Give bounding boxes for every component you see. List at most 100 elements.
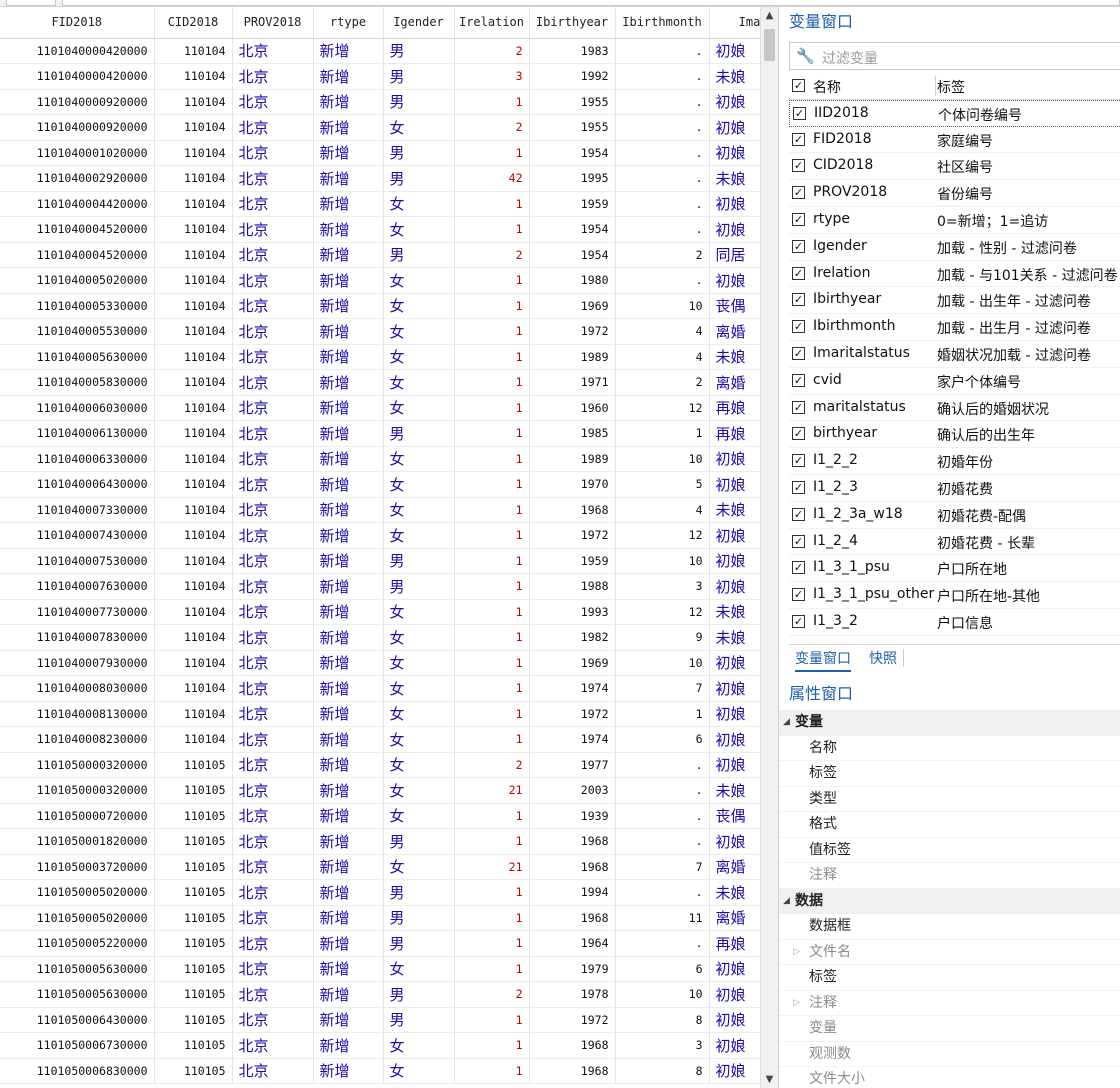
cell-prov2018[interactable]: 北京 bbox=[232, 599, 314, 625]
cell-fid2018[interactable]: 1101040006130000 bbox=[0, 420, 155, 447]
cell-fid2018[interactable]: 1101050006730000 bbox=[0, 1032, 155, 1059]
cell-ibirthmonth[interactable]: 10 bbox=[615, 548, 710, 574]
cell-irelation[interactable]: 1 bbox=[454, 318, 530, 345]
table-row[interactable]: 1101040007330000 110104 北京 新增女 1 1968 4 未娘 bbox=[0, 497, 760, 523]
cell-rtype[interactable]: 新增 bbox=[313, 777, 384, 804]
table-row[interactable]: 1101050005020000 110105 北京 新增男 1 1968 11 离婚 bbox=[0, 905, 760, 931]
cell-fid2018[interactable]: 1101040005530000 bbox=[0, 318, 155, 345]
table-row[interactable]: 1101040008130000 110104 北京 新增女 1 1972 1 初娘 bbox=[0, 701, 760, 727]
expand-arrow-icon[interactable]: ▷ bbox=[793, 940, 800, 966]
cell-prov2018[interactable]: 北京 bbox=[232, 191, 314, 217]
cell-cid2018[interactable]: 110104 bbox=[154, 140, 233, 166]
tab-variables-window[interactable]: 变量窗口 bbox=[795, 648, 851, 672]
table-row[interactable]: 1101040002920000 110104 北京 新增男 42 1995. 未娘 bbox=[0, 165, 760, 192]
cell-prov2018[interactable]: 北京 bbox=[232, 38, 314, 64]
cell-ima[interactable]: 再娘 bbox=[709, 420, 760, 447]
cell-igender[interactable]: 男 bbox=[383, 420, 455, 447]
cell-igender[interactable]: 男 bbox=[383, 89, 455, 115]
variable-row[interactable]: ✓ I1_3_1_psu 户口所在地 bbox=[789, 555, 1120, 583]
cell-rtype[interactable]: 新增 bbox=[313, 548, 384, 574]
cell-ima[interactable]: 未娘 bbox=[709, 879, 760, 906]
cell-cid2018[interactable]: 110104 bbox=[154, 701, 233, 727]
cell-irelation[interactable]: 1 bbox=[454, 216, 530, 243]
cell-ibirthmonth[interactable]: 2 bbox=[615, 369, 710, 396]
cell-ima[interactable]: 离婚 bbox=[709, 318, 760, 345]
cell-prov2018[interactable]: 北京 bbox=[232, 624, 314, 651]
cell-ibirthyear[interactable]: 1954 bbox=[529, 140, 616, 166]
cell-fid2018[interactable]: 1101050005630000 bbox=[0, 981, 155, 1008]
cell-irelation[interactable]: 1 bbox=[454, 701, 530, 727]
cell-igender[interactable]: 女 bbox=[383, 1058, 455, 1084]
cell-irelation[interactable]: 1 bbox=[454, 879, 530, 906]
cell-igender[interactable]: 女 bbox=[383, 318, 455, 345]
table-row[interactable]: 1101040006130000 110104 北京 新增男 1 1985 1 再娘 bbox=[0, 420, 760, 447]
cell-ima[interactable]: 初娘 bbox=[709, 981, 760, 1008]
cell-fid2018[interactable]: 1101050000320000 bbox=[0, 752, 155, 778]
cell-ibirthmonth[interactable]: 11 bbox=[615, 905, 710, 931]
cell-igender[interactable]: 男 bbox=[383, 242, 455, 268]
variable-checkbox[interactable]: ✓ bbox=[792, 454, 805, 468]
column-header-fid2018[interactable]: FID2018 bbox=[0, 7, 155, 39]
variable-checkbox[interactable]: ✓ bbox=[792, 186, 805, 200]
cell-prov2018[interactable]: 北京 bbox=[232, 956, 314, 982]
property-row[interactable]: 类型 bbox=[779, 787, 1120, 812]
cell-igender[interactable]: 男 bbox=[383, 930, 455, 957]
cell-ibirthyear[interactable]: 1968 bbox=[529, 828, 616, 855]
cell-ibirthmonth[interactable]: 1 bbox=[615, 701, 710, 727]
cell-ibirthmonth[interactable]: . bbox=[615, 777, 710, 804]
table-row[interactable]: 1101040005530000 110104 北京 新增女 1 1972 4 离婚 bbox=[0, 318, 760, 345]
cell-ibirthyear[interactable]: 1979 bbox=[529, 956, 616, 982]
cell-ima[interactable]: 初娘 bbox=[709, 446, 760, 472]
cell-ibirthmonth[interactable]: 8 bbox=[615, 1007, 710, 1033]
cell-cid2018[interactable]: 110104 bbox=[154, 522, 233, 549]
cell-ibirthyear[interactable]: 1977 bbox=[529, 752, 616, 778]
cell-cid2018[interactable]: 110105 bbox=[154, 803, 233, 829]
cell-cid2018[interactable]: 110105 bbox=[154, 981, 233, 1008]
cell-cid2018[interactable]: 110105 bbox=[154, 828, 233, 855]
variable-checkbox[interactable]: ✓ bbox=[793, 106, 806, 120]
cell-fid2018[interactable]: 1101050000320000 bbox=[0, 777, 155, 804]
cell-ibirthyear[interactable]: 1968 bbox=[529, 497, 616, 523]
cell-ibirthmonth[interactable]: . bbox=[615, 165, 710, 192]
table-row[interactable]: 1101040007530000 110104 北京 新增男 1 1959 10 初娘 bbox=[0, 548, 760, 574]
cell-ima[interactable]: 初娘 bbox=[709, 267, 760, 294]
collapse-triangle-icon[interactable]: ◢ bbox=[783, 710, 790, 736]
cell-igender[interactable]: 女 bbox=[383, 599, 455, 625]
cell-ima[interactable]: 未娘 bbox=[709, 63, 760, 90]
cell-cid2018[interactable]: 110104 bbox=[154, 471, 233, 498]
cell-fid2018[interactable]: 1101050006430000 bbox=[0, 1007, 155, 1033]
variable-checkbox[interactable]: ✓ bbox=[792, 266, 805, 280]
cell-ibirthyear[interactable]: 1994 bbox=[529, 879, 616, 906]
cell-ibirthyear[interactable]: 1969 bbox=[529, 293, 616, 319]
cell-igender[interactable]: 男 bbox=[383, 165, 455, 192]
property-row[interactable]: 标签 bbox=[779, 761, 1120, 787]
cell-rtype[interactable]: 新增 bbox=[313, 293, 384, 319]
table-row[interactable]: 1101040001020000 110104 北京 新增男 1 1954. 初娘 bbox=[0, 140, 760, 166]
variable-row[interactable]: ✓ Ibirthyear 加载 - 出生年 - 过滤问卷 bbox=[789, 287, 1120, 315]
cell-fid2018[interactable]: 1101050005020000 bbox=[0, 879, 155, 906]
table-row[interactable]: 1101040005330000 110104 北京 新增女 1 1969 10 丧偶 bbox=[0, 293, 760, 319]
cell-irelation[interactable]: 1 bbox=[454, 905, 530, 931]
cell-rtype[interactable]: 新增 bbox=[313, 803, 384, 829]
cell-ibirthmonth[interactable]: 6 bbox=[615, 726, 710, 753]
cell-prov2018[interactable]: 北京 bbox=[232, 395, 314, 421]
table-row[interactable]: 1101040000420000 110104 北京 新增男 2 1983. 初娘 bbox=[0, 38, 760, 64]
filter-variables-input[interactable]: 🔧 过滤变量 bbox=[789, 42, 1120, 70]
cell-igender[interactable]: 男 bbox=[383, 38, 455, 64]
cell-ibirthyear[interactable]: 1995 bbox=[529, 165, 616, 192]
cell-igender[interactable]: 女 bbox=[383, 650, 455, 676]
cell-ibirthmonth[interactable]: . bbox=[615, 114, 710, 141]
cell-igender[interactable]: 男 bbox=[383, 905, 455, 931]
cell-igender[interactable]: 女 bbox=[383, 344, 455, 370]
cell-ima[interactable]: 初娘 bbox=[709, 828, 760, 855]
table-row[interactable]: 1101040004520000 110104 北京 新增男 2 1954 2 同居 bbox=[0, 242, 760, 268]
variable-checkbox[interactable]: ✓ bbox=[792, 239, 805, 253]
cell-irelation[interactable]: 2 bbox=[454, 981, 530, 1008]
column-header-ibirthmonth[interactable]: Ibirthmonth bbox=[615, 7, 710, 39]
cell-ima[interactable]: 初娘 bbox=[709, 752, 760, 778]
cell-irelation[interactable]: 1 bbox=[454, 726, 530, 753]
cell-prov2018[interactable]: 北京 bbox=[232, 318, 314, 345]
cell-rtype[interactable]: 新增 bbox=[313, 191, 384, 217]
cell-prov2018[interactable]: 北京 bbox=[232, 369, 314, 396]
cell-ima[interactable]: 未娘 bbox=[709, 344, 760, 370]
